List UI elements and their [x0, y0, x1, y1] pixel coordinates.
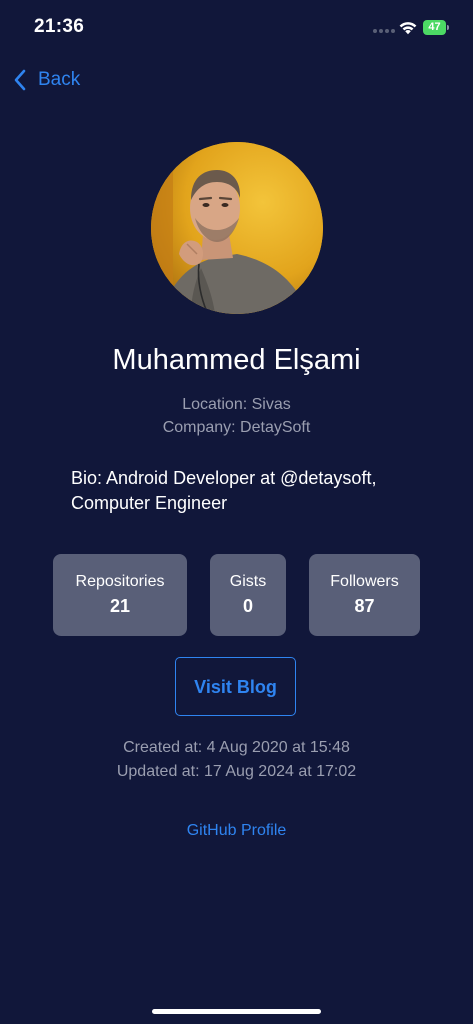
repositories-count: 21	[109, 596, 131, 616]
battery-icon: 47	[423, 20, 451, 35]
repositories-label: Repositories	[75, 573, 165, 590]
cellular-signal-icon	[373, 29, 395, 33]
repositories-stat-card[interactable]: Repositories 21	[53, 554, 187, 636]
followers-label: Followers	[330, 573, 399, 590]
visit-blog-button[interactable]: Visit Blog	[175, 657, 296, 716]
followers-stat-card[interactable]: Followers 87	[309, 554, 420, 636]
wifi-icon	[399, 22, 417, 35]
bio-text: Bio: Android Developer at @detaysoft, Co…	[71, 468, 377, 513]
battery-cap	[447, 25, 449, 30]
updated-at-text: Updated at: 17 Aug 2024 at 17:02	[116, 763, 357, 780]
github-profile-link[interactable]: GitHub Profile	[0, 822, 473, 840]
created-at-text: Created at: 4 Aug 2020 at 15:48	[123, 739, 350, 756]
status-time: 21:36	[34, 16, 85, 37]
home-indicator[interactable]	[152, 1009, 321, 1014]
gists-stat-card[interactable]: Gists 0	[210, 554, 286, 636]
chevron-left-icon	[14, 69, 26, 91]
battery-level: 47	[423, 20, 446, 35]
gists-label: Gists	[229, 573, 267, 590]
avatar	[151, 142, 323, 314]
company-text: Company: DetaySoft	[162, 419, 311, 436]
location-text: Location: Sivas	[182, 396, 291, 413]
gists-count: 0	[242, 596, 253, 616]
status-bar: 21:36 47	[0, 0, 473, 56]
followers-count: 87	[354, 596, 375, 616]
profile-name: Muhammed Elşami	[112, 344, 361, 376]
back-button[interactable]: Back	[12, 66, 80, 94]
back-label: Back	[38, 69, 81, 90]
avatar-photo	[151, 142, 323, 314]
